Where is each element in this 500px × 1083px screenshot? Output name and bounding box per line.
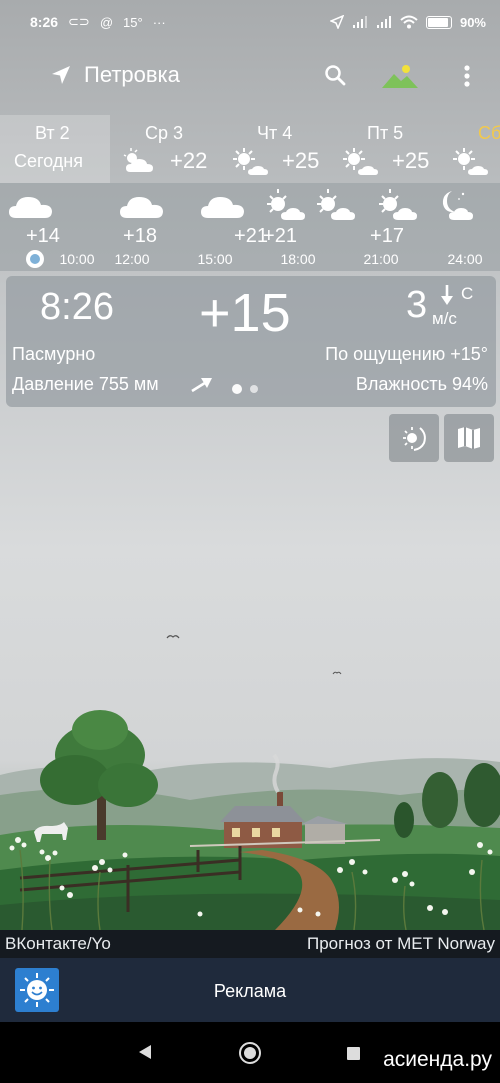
current-time: 8:26: [40, 286, 114, 328]
status-bar: 8:26 ⊂⊃ @ 15° ··· 90%: [0, 0, 500, 44]
day-temp: +25: [392, 148, 430, 173]
landscape-scene: [0, 710, 500, 930]
wind-speed: 3: [406, 284, 428, 326]
link-icon: ⊂⊃: [68, 14, 90, 29]
tab-day-thursday[interactable]: Чт 4 +25: [220, 115, 330, 183]
hour-time: 21:00: [363, 251, 399, 267]
feels-like: По ощущению +15°: [325, 344, 488, 364]
sun-cloud-icon: [123, 148, 153, 172]
day-name: Вт 2: [35, 123, 70, 143]
current-time-marker: [26, 250, 44, 268]
ad-bar[interactable]: Реклама: [0, 958, 500, 1022]
search-icon[interactable]: [323, 63, 347, 87]
tab-day-today[interactable]: Вт 2 Сегодня: [0, 115, 110, 183]
hourly-forecast[interactable]: +14 +18 +21 +21 +17 10:00 12:00 15:00 18…: [0, 183, 500, 271]
hour-time: 15:00: [197, 251, 233, 267]
sun-cloud-icon: [317, 189, 355, 220]
location-arrow-icon: [329, 15, 344, 29]
battery-percent: 90%: [459, 14, 486, 30]
pressure-trend-icon: [191, 378, 212, 393]
current-temp: +15: [199, 283, 291, 343]
back-icon[interactable]: [138, 1044, 152, 1060]
wind-unit: м/с: [432, 309, 457, 328]
hour-time: 24:00: [447, 251, 483, 267]
day-name: Пт 5: [367, 123, 404, 143]
page-indicator: [232, 384, 258, 394]
credits-author[interactable]: ВКонтакте/Yo: [5, 934, 111, 954]
tab-day-saturday[interactable]: Сб: [440, 115, 500, 183]
temp-badge: 15°: [123, 14, 143, 30]
moon-cloud-icon: [442, 191, 473, 220]
hour-temp: +14: [26, 225, 60, 247]
cloud-icon: [120, 197, 163, 218]
sun-moon-icon: [403, 427, 426, 451]
condition-text: Пасмурно: [12, 344, 96, 364]
more-notifications: ···: [152, 14, 166, 30]
cloud-icon: [9, 197, 52, 218]
navigation-arrow-icon[interactable]: [50, 64, 72, 86]
day-name: Ср 3: [145, 123, 184, 143]
app-bar: Петровка: [0, 50, 500, 102]
daily-forecast-tabs: Вт 2 Сегодня Ср 3 +22 Чт 4 +25 Пт 5 +25 …: [0, 115, 500, 183]
credits-bar: ВКонтакте/Yo Прогноз от MET Norway: [0, 930, 500, 958]
pressure: Давление 755 мм: [12, 374, 159, 394]
sun-cloud-icon: [379, 189, 417, 220]
wifi-icon: [400, 15, 418, 29]
day-today-label: Сегодня: [14, 151, 83, 171]
battery-icon: [425, 15, 452, 29]
day-name: Чт 4: [257, 123, 293, 143]
more-vert-icon[interactable]: [457, 64, 477, 88]
cloud-icon: [201, 197, 244, 218]
map-icon: [458, 427, 480, 449]
hour-temp: +17: [370, 225, 404, 247]
tab-day-wednesday[interactable]: Ср 3 +22: [110, 115, 220, 183]
sun-cloud-icon: [233, 148, 268, 175]
wind-direction-icon: [441, 285, 453, 305]
current-weather-card[interactable]: 8:26 +15 3 С м/с Пасмурно По ощущению +1…: [6, 276, 496, 407]
wind-direction: С: [461, 284, 474, 303]
home-icon[interactable]: [239, 1042, 261, 1064]
location-name[interactable]: Петровка: [84, 62, 180, 88]
credits-forecast-source[interactable]: Прогноз от MET Norway: [307, 934, 495, 954]
map-button[interactable]: [444, 414, 494, 462]
signal-icon: [376, 16, 391, 28]
signal-icon: [352, 16, 367, 28]
hour-time: 18:00: [280, 251, 316, 267]
bird-decoration: [332, 671, 342, 675]
recent-apps-icon[interactable]: [347, 1047, 360, 1060]
at-icon: @: [99, 14, 114, 30]
sun-cloud-icon: [343, 148, 378, 175]
page-dot-active: [232, 384, 242, 394]
sun-cloud-icon: [453, 148, 488, 175]
ad-label: Реклама: [213, 981, 287, 1001]
day-temp: +25: [282, 148, 320, 173]
bird-decoration: [166, 635, 180, 639]
landscape-icon[interactable]: [382, 62, 418, 90]
humidity: Влажность 94%: [355, 374, 488, 394]
hour-time: 12:00: [114, 251, 150, 267]
hour-temp: +18: [123, 225, 157, 247]
status-time: 8:26: [30, 14, 59, 30]
sun-moon-button[interactable]: [389, 414, 439, 462]
day-temp: +22: [170, 148, 208, 173]
watermark: асиенда.ру: [383, 1048, 492, 1071]
day-name: Сб: [478, 123, 500, 143]
tab-day-friday[interactable]: Пт 5 +25: [330, 115, 440, 183]
page-dot: [250, 385, 258, 393]
